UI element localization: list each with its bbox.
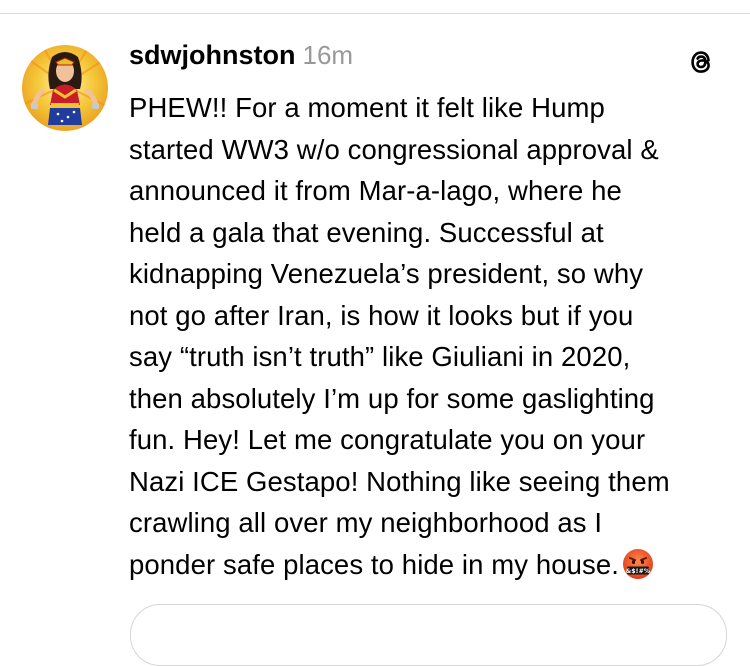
post-body: PHEW!! For a moment it felt like Hump st… <box>129 87 729 585</box>
user-avatar[interactable] <box>22 45 108 131</box>
post-timestamp: 16m <box>302 40 354 70</box>
wonder-woman-avatar-icon <box>22 45 108 131</box>
threads-logo-icon[interactable] <box>686 47 716 77</box>
username-link[interactable]: sdwjohnston <box>129 40 295 71</box>
reply-input-box[interactable] <box>130 604 727 666</box>
cursing-face-emoji-icon: &$!#% <box>622 548 654 580</box>
post-header: sdwjohnston 16m <box>129 40 353 80</box>
top-divider <box>0 13 750 14</box>
emoji-symbols: &$!#% <box>626 567 650 574</box>
post-body-text: PHEW!! For a moment it felt like Hump st… <box>129 92 670 580</box>
